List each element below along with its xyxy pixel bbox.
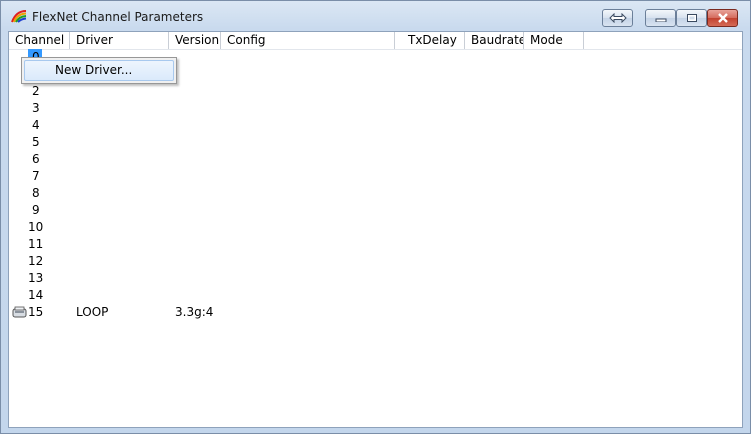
channel-number: 3: [32, 101, 40, 115]
close-icon: [717, 13, 728, 23]
window-title: FlexNet Channel Parameters: [32, 10, 204, 24]
channel-list[interactable]: Channel Driver Version Config TxDelay Ba…: [8, 31, 743, 428]
table-row[interactable]: 10: [9, 219, 742, 236]
table-row[interactable]: 5: [9, 134, 742, 151]
channel-number: 5: [32, 135, 40, 149]
channel-number: 12: [28, 254, 44, 268]
context-menu: New Driver...: [21, 57, 177, 84]
driver-icon: [12, 306, 27, 318]
minimize-icon: [655, 18, 666, 22]
column-header-version[interactable]: Version: [169, 32, 221, 49]
column-header-mode[interactable]: Mode: [524, 32, 584, 49]
minimize-button[interactable]: [645, 9, 676, 27]
table-row[interactable]: 2: [9, 83, 742, 100]
flexnet-rainbow-icon: [11, 10, 27, 23]
list-header: Channel Driver Version Config TxDelay Ba…: [9, 32, 742, 50]
channel-number: 9: [32, 203, 40, 217]
table-row[interactable]: 15 LOOP 3.3g:4: [9, 304, 742, 321]
channel-number: 6: [32, 152, 40, 166]
maximize-button[interactable]: [676, 9, 707, 27]
swap-icon: [608, 13, 627, 23]
table-row[interactable]: 7: [9, 168, 742, 185]
channel-number: 10: [28, 220, 44, 234]
driver-name: LOOP: [76, 305, 109, 319]
channel-number: 2: [32, 84, 40, 98]
table-row[interactable]: 13: [9, 270, 742, 287]
channel-number: 11: [28, 237, 44, 251]
maximize-icon: [686, 14, 697, 22]
channel-number: 4: [32, 118, 40, 132]
table-row[interactable]: 11: [9, 236, 742, 253]
column-header-driver[interactable]: Driver: [70, 32, 169, 49]
table-row[interactable]: 6: [9, 151, 742, 168]
swap-button[interactable]: [602, 9, 633, 27]
column-header-config[interactable]: Config: [221, 32, 395, 49]
channel-number: 15: [28, 305, 44, 319]
table-row[interactable]: 8: [9, 185, 742, 202]
menu-item-new-driver[interactable]: New Driver...: [24, 60, 174, 81]
channel-number: 7: [32, 169, 40, 183]
table-row[interactable]: 14: [9, 287, 742, 304]
channel-number: 14: [28, 288, 44, 302]
table-row[interactable]: 9: [9, 202, 742, 219]
table-row[interactable]: 4: [9, 117, 742, 134]
column-header-channel[interactable]: Channel: [9, 32, 70, 49]
table-row[interactable]: 3: [9, 100, 742, 117]
app-window: FlexNet Channel Parameters Channel Drive…: [0, 0, 751, 434]
title-bar[interactable]: FlexNet Channel Parameters: [1, 1, 750, 31]
channel-number: 13: [28, 271, 44, 285]
column-header-txdelay[interactable]: TxDelay: [395, 32, 465, 49]
driver-version: 3.3g:4: [175, 305, 214, 319]
table-row[interactable]: 12: [9, 253, 742, 270]
column-header-baudrate[interactable]: Baudrate: [465, 32, 524, 49]
channel-number: 8: [32, 186, 40, 200]
close-button[interactable]: [707, 9, 738, 27]
